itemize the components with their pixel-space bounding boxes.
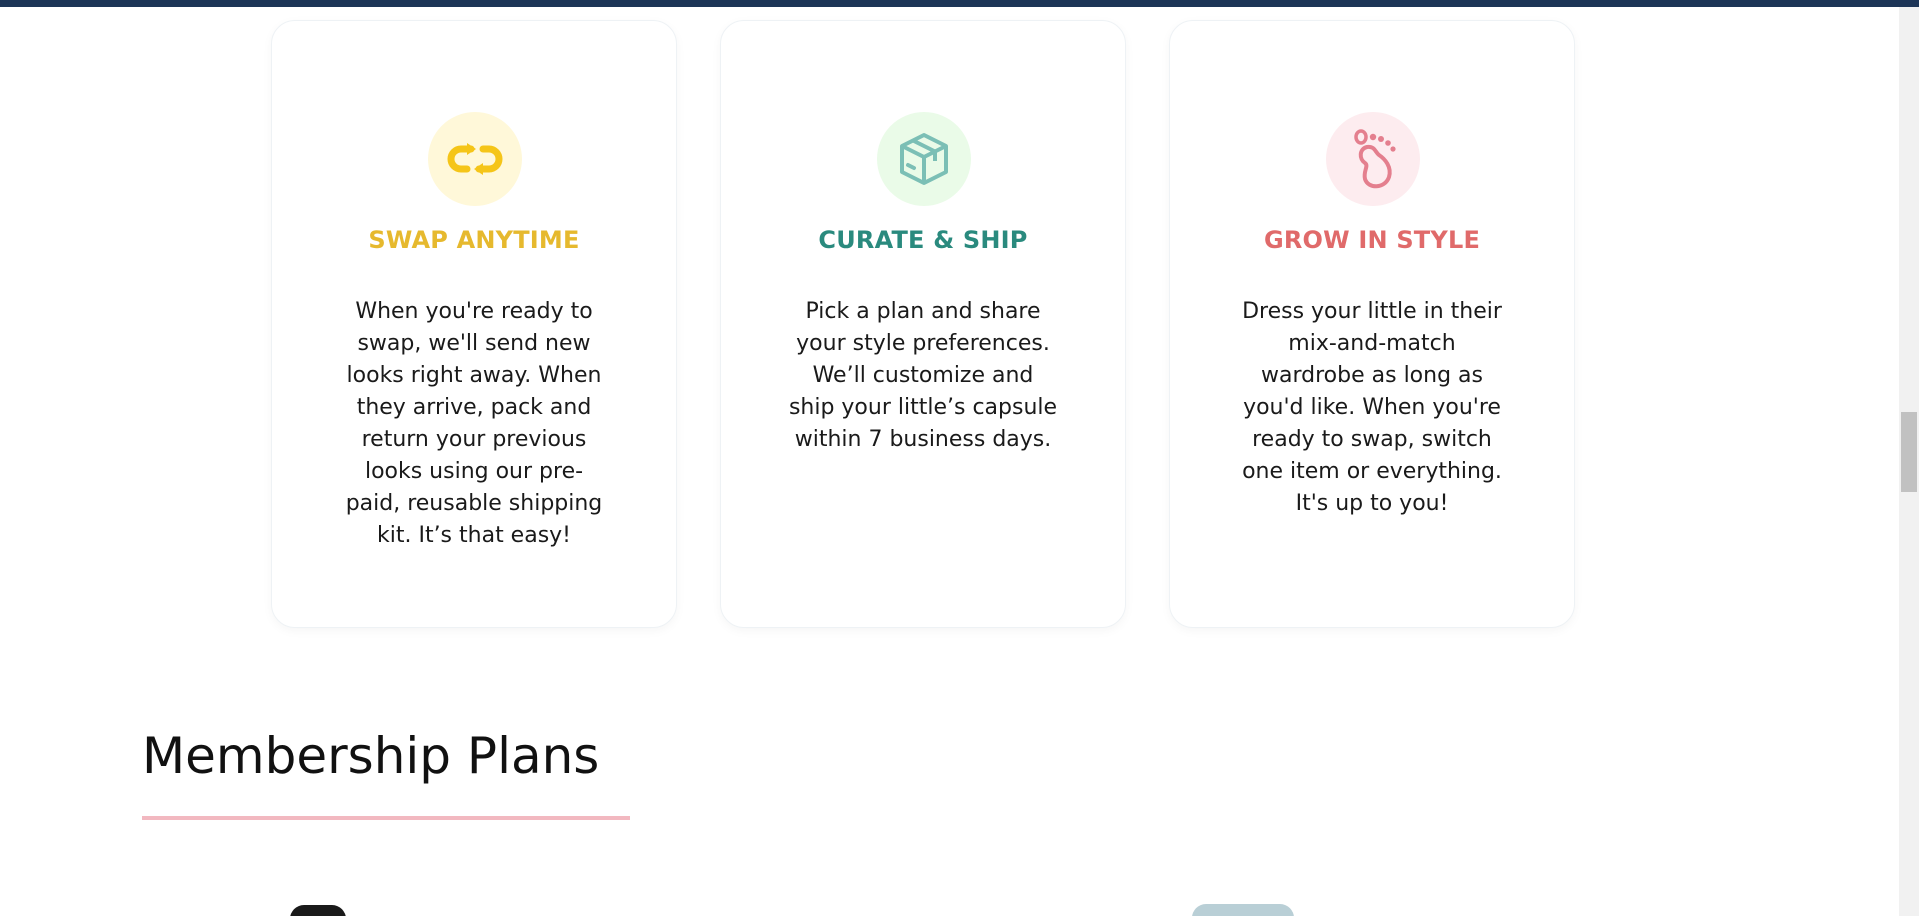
feature-description: When you're ready to swap, we'll send ne… — [345, 299, 603, 548]
feature-card-grow-in-style: GROW IN STYLE Dress your little in their… — [1169, 20, 1575, 628]
swap-icon — [447, 143, 503, 175]
swap-icon-circle — [428, 112, 522, 206]
footprint-icon-circle — [1326, 112, 1420, 206]
plan-image-peek — [1192, 904, 1294, 916]
box-icon-circle — [877, 112, 971, 206]
feature-title: SWAP ANYTIME — [368, 226, 580, 254]
vertical-scrollbar[interactable] — [1899, 7, 1919, 916]
feature-description: Pick a plan and share your style prefere… — [788, 299, 1058, 452]
feature-title: CURATE & SHIP — [818, 226, 1028, 254]
footprint-icon — [1354, 129, 1396, 189]
page-content: SWAP ANYTIME When you're ready to swap, … — [0, 7, 1899, 916]
feature-card-curate-ship: CURATE & SHIP Pick a plan and share your… — [720, 20, 1126, 628]
feature-card-swap-anytime: SWAP ANYTIME When you're ready to swap, … — [271, 20, 677, 628]
box-icon — [900, 133, 948, 185]
scrollbar-thumb[interactable] — [1901, 412, 1917, 492]
heading-underline — [142, 816, 630, 820]
feature-title: GROW IN STYLE — [1263, 226, 1481, 254]
feature-description: Dress your little in their mix-and-match… — [1242, 299, 1502, 516]
membership-plans-heading: Membership Plans — [142, 727, 600, 785]
plan-image-peek — [290, 905, 346, 916]
top-navigation-bar — [0, 0, 1919, 7]
